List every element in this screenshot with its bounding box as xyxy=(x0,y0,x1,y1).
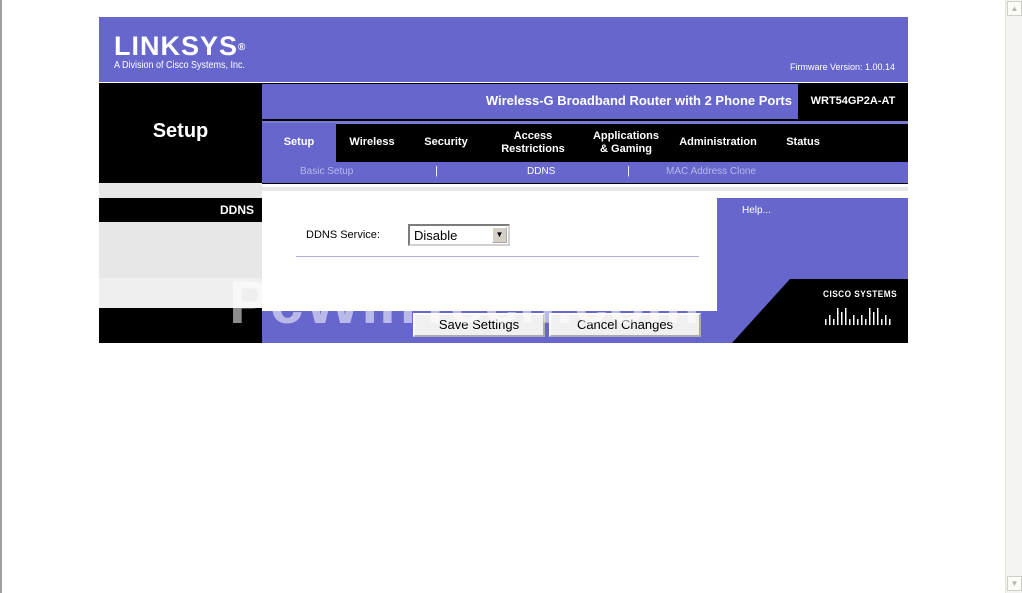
subnav-mac-address-clone[interactable]: MAC Address Clone xyxy=(666,166,756,177)
left-spacer xyxy=(99,183,262,198)
firmware-version: Firmware Version: 1.00.14 xyxy=(790,62,896,72)
scroll-up-icon[interactable]: ▲ xyxy=(1007,1,1022,16)
sub-navigation: Basic Setup | DDNS | MAC Address Clone xyxy=(262,162,908,183)
header: LINKSYS® A Division of Cisco Systems, In… xyxy=(99,17,908,82)
browser-frame-left xyxy=(0,0,2,593)
tab-applications-gaming[interactable]: Applications & Gaming xyxy=(582,123,670,162)
cisco-bars-icon xyxy=(825,308,891,325)
help-link[interactable]: Help... xyxy=(742,205,771,216)
router-page: LINKSYS® A Division of Cisco Systems, In… xyxy=(99,17,908,343)
linksys-logo: LINKSYS® xyxy=(114,31,247,61)
product-name: Wireless-G Broadband Router with 2 Phone… xyxy=(485,93,792,108)
scroll-down-icon[interactable]: ▼ xyxy=(1007,576,1022,591)
subnav-separator: | xyxy=(627,165,630,177)
ddns-service-select[interactable]: Disable ▼ xyxy=(408,224,510,246)
left-spacer xyxy=(99,222,262,278)
save-settings-button[interactable]: Save Settings xyxy=(413,313,545,337)
form-divider xyxy=(296,256,699,257)
main-tabs: Setup Wireless Security Access Restricti… xyxy=(262,123,908,162)
subnav-separator: | xyxy=(435,165,438,177)
tab-wireless[interactable]: Wireless xyxy=(336,123,408,162)
ddns-service-label: DDNS Service: xyxy=(306,229,380,241)
subnav-ddns[interactable]: DDNS xyxy=(527,166,555,177)
left-spacer xyxy=(99,278,262,308)
tab-status[interactable]: Status xyxy=(766,123,840,162)
model-number: WRT54GP2A-AT xyxy=(810,95,896,107)
subnav-basic-setup[interactable]: Basic Setup xyxy=(300,166,353,177)
section-label: DDNS xyxy=(219,203,254,217)
cancel-changes-button[interactable]: Cancel Changes xyxy=(549,313,701,337)
tab-access-restrictions[interactable]: Access Restrictions xyxy=(484,123,582,162)
tagline: A Division of Cisco Systems, Inc. xyxy=(114,60,246,71)
chevron-down-icon[interactable]: ▼ xyxy=(492,227,507,243)
tab-security[interactable]: Security xyxy=(408,123,484,162)
ddns-service-value: Disable xyxy=(414,228,458,243)
section-bar: DDNS xyxy=(99,198,262,222)
page-title: Setup xyxy=(152,120,209,142)
cisco-logo: CISCO SYSTEMS xyxy=(823,289,898,299)
vertical-scrollbar[interactable]: ▲ ▼ xyxy=(1005,0,1022,593)
tab-setup[interactable]: Setup xyxy=(262,123,336,162)
tab-administration[interactable]: Administration xyxy=(670,123,766,162)
left-footer xyxy=(99,308,262,343)
